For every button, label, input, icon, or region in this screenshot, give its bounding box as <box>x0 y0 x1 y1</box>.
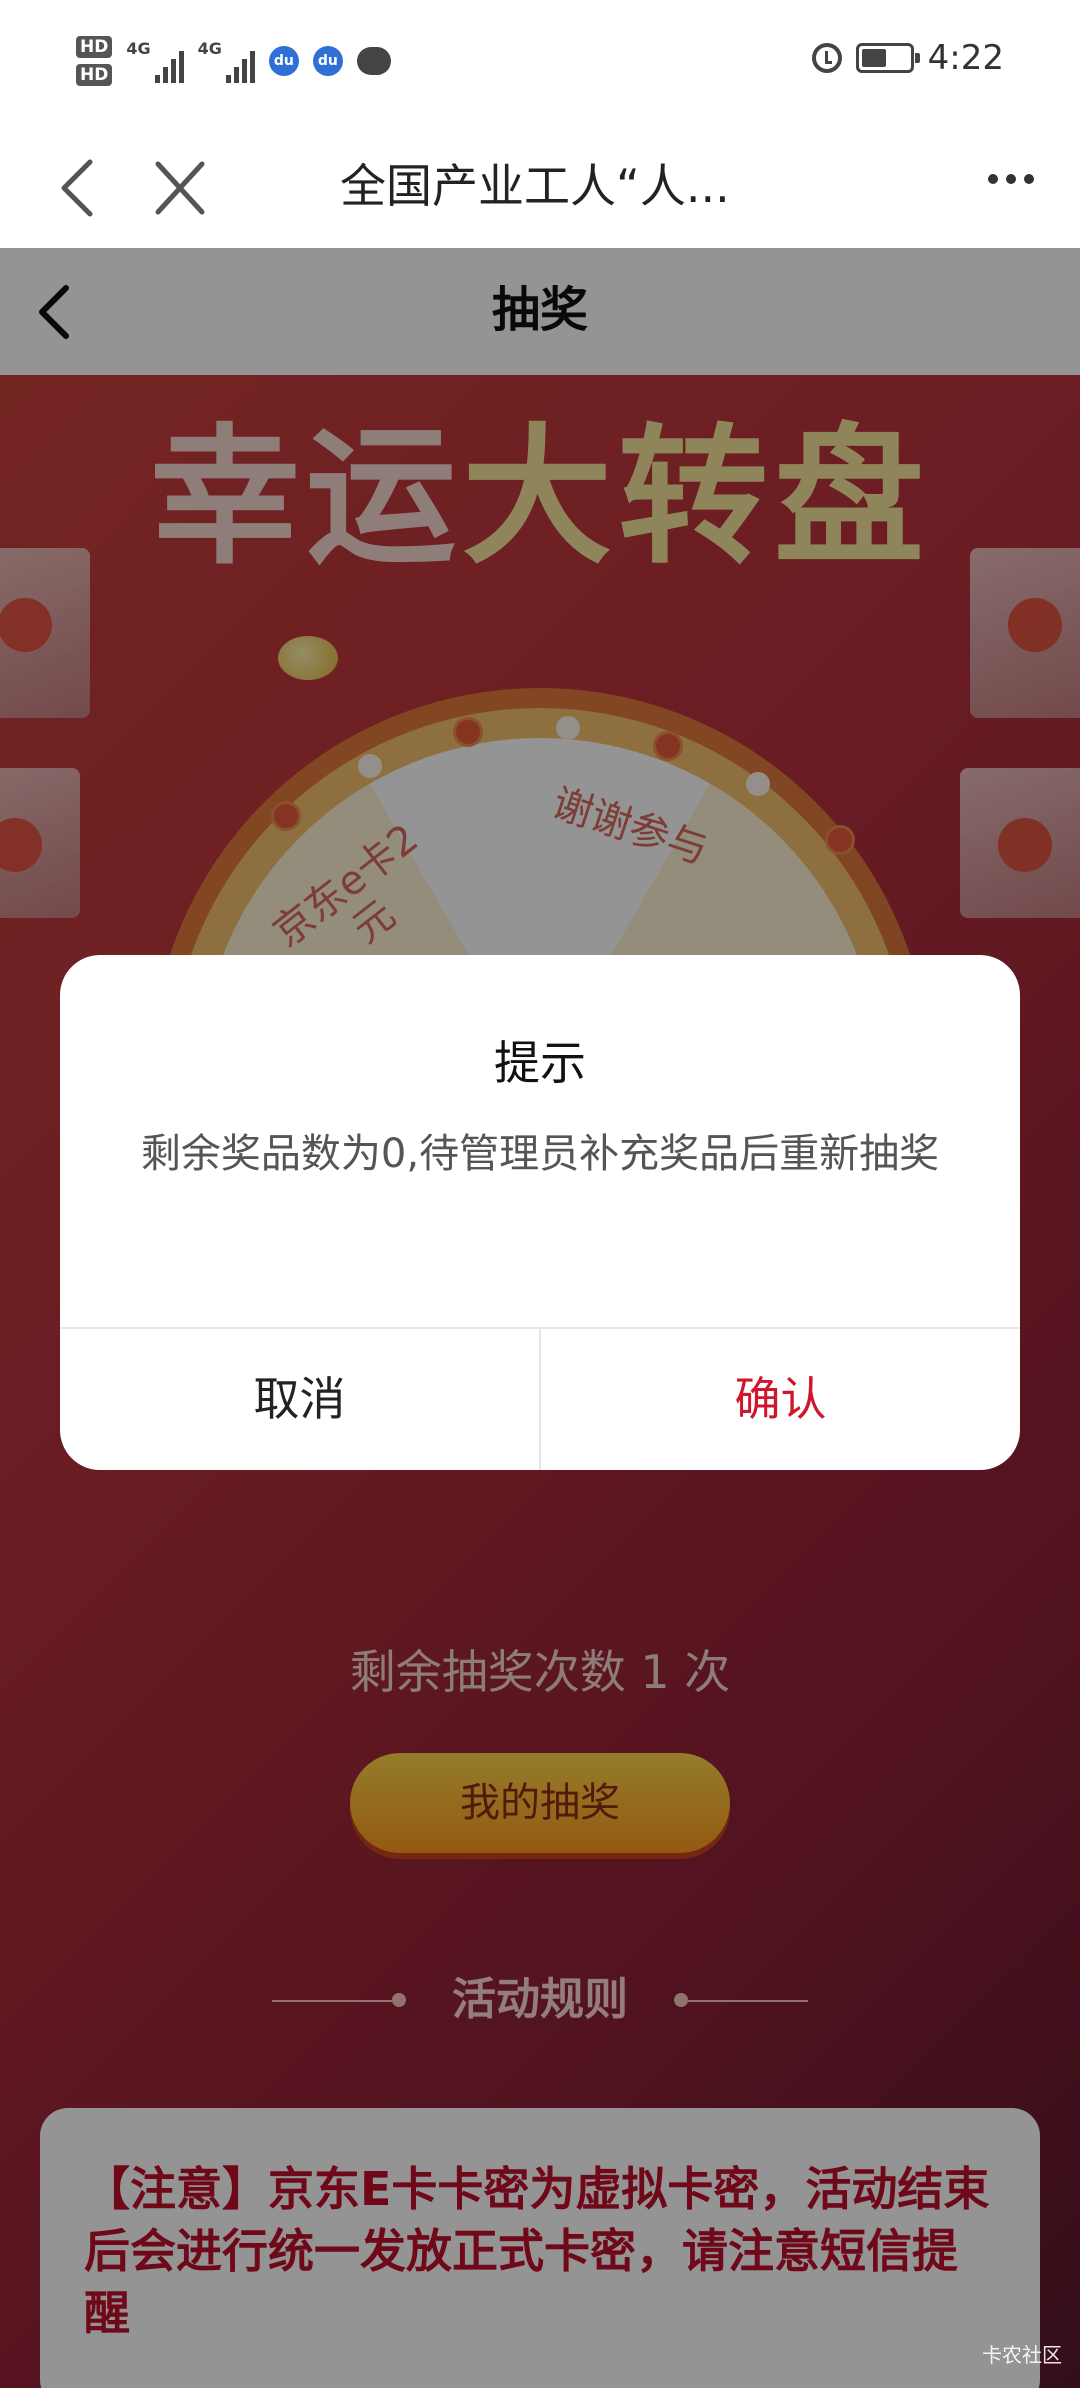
alarm-icon <box>811 43 842 73</box>
sim2-hd-badge: HD <box>76 64 113 86</box>
webview-title: 全国产业工人“人... <box>340 159 730 213</box>
sim-indicators: HD HD <box>76 36 113 86</box>
dialog-title: 提示 <box>494 1036 586 1090</box>
baidu-icon: du <box>268 46 299 76</box>
battery-icon <box>855 43 920 73</box>
more-icon[interactable] <box>988 174 1034 184</box>
cancel-button[interactable]: 取消 <box>60 1329 541 1470</box>
clock: 4:22 <box>927 38 1004 78</box>
baidu-icon: du <box>312 46 343 76</box>
status-left: HD HD 4G 4G du du <box>76 36 391 86</box>
sim1-hd-badge: HD <box>76 36 113 58</box>
confirm-button[interactable]: 确认 <box>541 1329 1020 1470</box>
back-icon[interactable] <box>50 156 110 220</box>
status-right: 4:22 <box>811 38 1004 78</box>
close-icon[interactable] <box>150 156 210 220</box>
dialog-buttons: 取消 确认 <box>60 1327 1020 1470</box>
watermark: 卡农社区 <box>982 2343 1062 2367</box>
webview-title-bar: 全国产业工人“人... <box>0 128 1080 248</box>
status-bar: HD HD 4G 4G du du 4:22 <box>0 0 1080 128</box>
message-icon <box>356 47 391 75</box>
network-1-label: 4G <box>126 39 151 58</box>
signal-2-icon: 4G <box>198 39 255 83</box>
dialog-message: 剩余奖品数为0,待管理员补充奖品后重新抽奖 <box>140 1131 940 1177</box>
signal-1-icon: 4G <box>126 39 184 83</box>
network-2-label: 4G <box>197 39 222 58</box>
alert-dialog: 提示 剩余奖品数为0,待管理员补充奖品后重新抽奖 取消 确认 <box>60 955 1020 1470</box>
